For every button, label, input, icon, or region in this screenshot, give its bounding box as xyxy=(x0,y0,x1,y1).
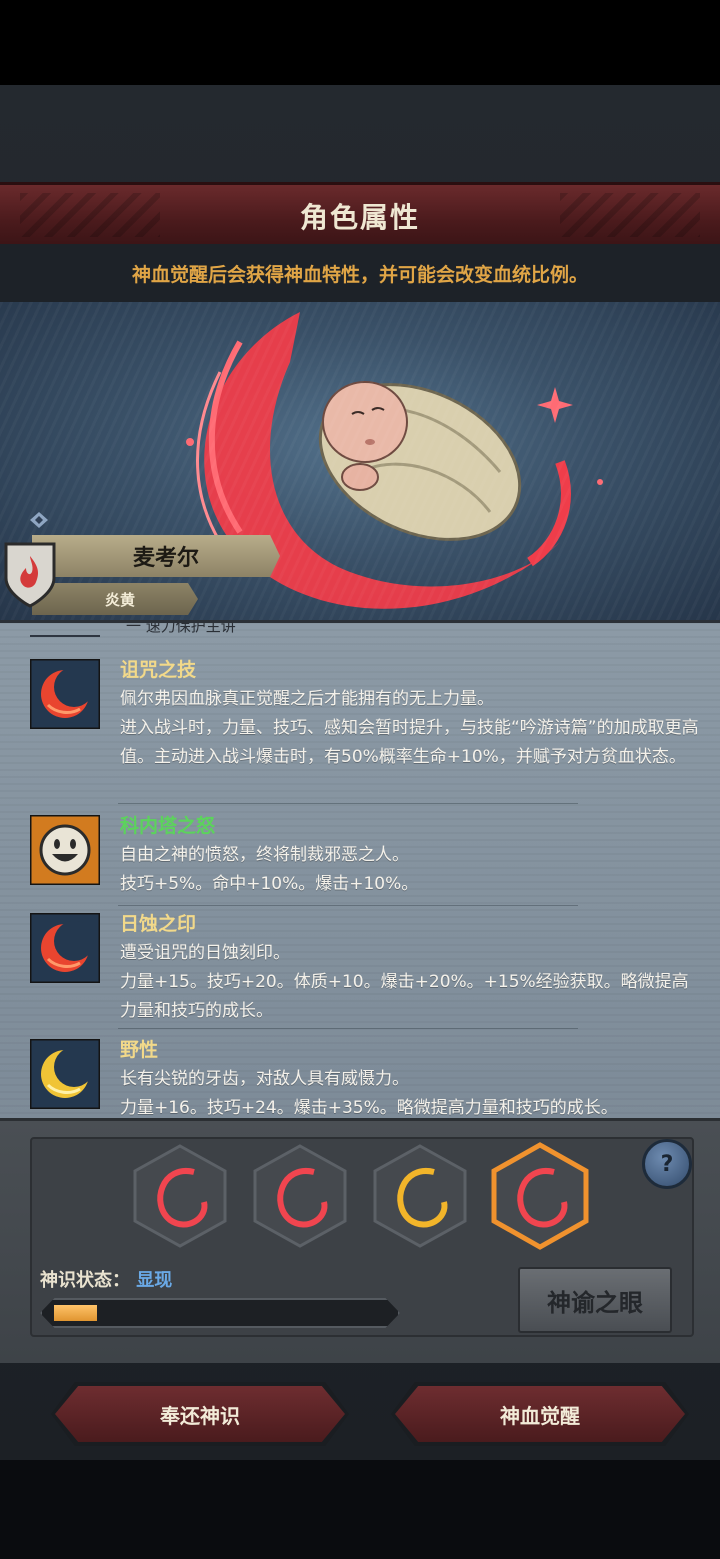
skill-title: 诅咒之技 xyxy=(120,659,197,681)
skill-title: 日蚀之印 xyxy=(120,913,197,935)
blood-awaken-button[interactable]: 神血觉醒 xyxy=(395,1386,685,1442)
status-bar-area xyxy=(0,0,720,85)
cut-off-text: 一 速力保护主讲 xyxy=(126,623,236,635)
divider xyxy=(118,905,578,906)
name-plate: 麦考尔 xyxy=(32,535,280,577)
oracle-eye-button[interactable]: 神谕之眼 xyxy=(518,1267,672,1333)
rank-icon xyxy=(30,512,48,528)
nav-bar-area xyxy=(0,1460,720,1559)
awareness-progress-bar xyxy=(40,1298,400,1328)
progress-fill xyxy=(54,1305,97,1321)
character-name: 麦考尔 xyxy=(132,546,199,571)
help-button[interactable]: ? xyxy=(642,1139,692,1189)
skill-description: 长有尖锐的牙齿，对敌人具有威慑力。 力量+16。技巧+24。爆击+35%。略微提… xyxy=(120,1069,618,1118)
smiley-face-icon xyxy=(30,815,100,885)
yellow-crescent-icon xyxy=(30,1039,100,1109)
skill-description: 佩尔弗因血脉真正觉醒之后才能拥有的无上力量。 进入战斗时，力量、技巧、感知会暂时… xyxy=(120,689,699,767)
divider xyxy=(30,635,100,637)
cut-off-row: 一 速力保护主讲 xyxy=(30,623,330,641)
fire-shield-icon xyxy=(4,542,56,608)
trait-list[interactable]: 一 速力保护主讲 诅咒之技 佩尔弗因血脉真正觉醒之后才能拥有的无上力量。 进入战… xyxy=(0,620,720,1121)
character-origin: 炎黄 xyxy=(104,590,135,609)
status-label: 神识状态： xyxy=(40,1270,130,1291)
skill-title: 科内塔之怒 xyxy=(120,815,216,837)
divider xyxy=(118,803,578,804)
slot-red-selected[interactable] xyxy=(490,1142,590,1250)
skill-description: 自由之神的愤怒，终将制裁邪恶之人。 技巧+5%。命中+10%。爆击+10%。 xyxy=(120,845,419,894)
awaken-hint: 神血觉醒后会获得神血特性，并可能会改变血统比例。 xyxy=(0,244,720,302)
page-title: 角色属性 xyxy=(299,201,420,234)
skill-description: 遭受诅咒的日蚀刻印。 力量+15。技巧+20。体质+10。爆击+20%。+15%… xyxy=(120,943,689,1021)
divider xyxy=(118,1028,578,1029)
slot-yellow[interactable] xyxy=(372,1144,468,1248)
return-awareness-button[interactable]: 奉还神识 xyxy=(55,1386,345,1442)
status-value: 显现 xyxy=(136,1270,173,1291)
slot-red-2[interactable] xyxy=(252,1144,348,1248)
awareness-status: 神识状态： 显现 xyxy=(40,1266,172,1292)
skill-title: 野性 xyxy=(120,1039,159,1061)
title-bar: 角色属性 xyxy=(0,182,720,250)
origin-plate: 炎黄 xyxy=(32,583,198,615)
red-crescent-icon xyxy=(30,913,100,983)
slot-red-1[interactable] xyxy=(132,1144,228,1248)
red-crescent-icon xyxy=(30,659,100,729)
